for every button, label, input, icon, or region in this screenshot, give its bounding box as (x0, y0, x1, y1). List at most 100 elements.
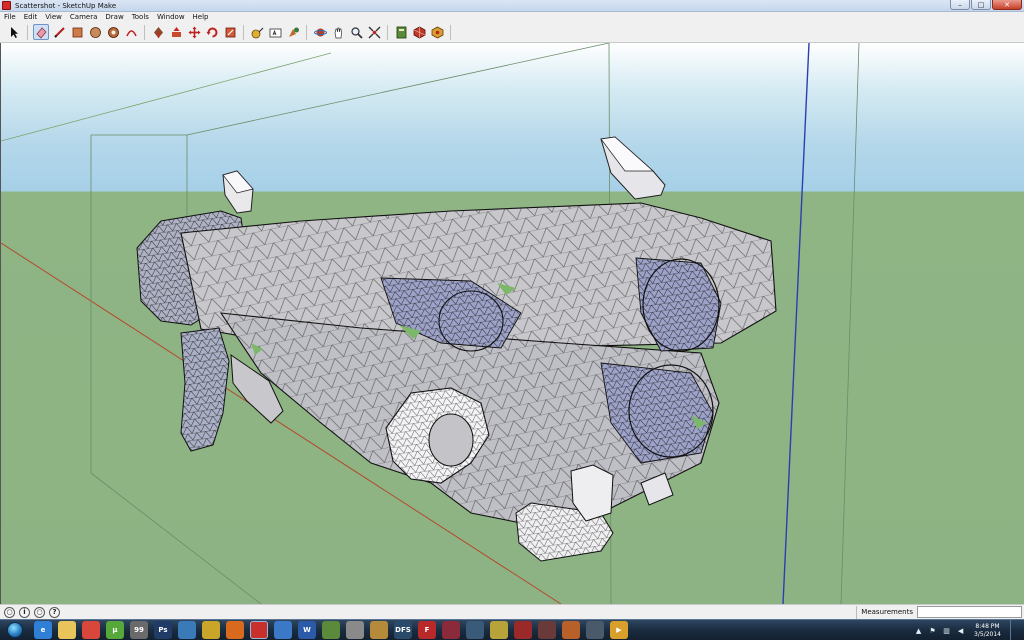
zoom-extents-tool-icon (368, 26, 380, 38)
taskbar-apps: e µ 99 Ps W DFS F ▶ (34, 621, 628, 639)
show-desktop-button[interactable] (1010, 620, 1018, 640)
app-circle-icon[interactable] (562, 621, 580, 639)
app-99-icon[interactable]: 99 (130, 621, 148, 639)
text-tool-icon (269, 28, 281, 37)
sketchup-app-icon[interactable] (2, 1, 11, 10)
app-f-icon[interactable]: F (418, 621, 436, 639)
app-yellow-icon[interactable] (202, 621, 220, 639)
menu-tools[interactable]: Tools (128, 12, 153, 22)
push-pull-tool-icon (171, 26, 181, 37)
app-red-icon[interactable] (514, 621, 532, 639)
paint-tool-icon (288, 27, 299, 37)
app-dfs-icon[interactable]: DFS (394, 621, 412, 639)
getting-started-toolbar (0, 22, 1024, 43)
arc-tool-button[interactable] (123, 24, 139, 40)
toolbar-separator (450, 24, 451, 40)
menu-window[interactable]: Window (153, 12, 189, 22)
text-tool-button[interactable] (267, 24, 283, 40)
credits-icon[interactable]: i (19, 606, 30, 618)
help-icon[interactable]: ? (49, 606, 60, 618)
scale-tool-icon (225, 27, 235, 37)
app-orange-icon[interactable] (226, 621, 244, 639)
windows-start-icon (7, 622, 23, 638)
push-pull-tool-button[interactable] (168, 24, 184, 40)
app-shield-icon[interactable] (538, 621, 556, 639)
tray-flag-icon[interactable]: ⚑ (928, 626, 937, 635)
minecraft-icon[interactable] (322, 621, 340, 639)
toolbar-separator (387, 24, 388, 40)
clock[interactable]: 8:48 PM 3/5/2014 (974, 623, 1001, 639)
pan-tool-button[interactable] (330, 24, 346, 40)
maximize-button[interactable]: □ (971, 0, 991, 10)
tape-measure-tool-button[interactable] (249, 24, 265, 40)
orbit-tool-button[interactable] (312, 24, 328, 40)
app-spiral-icon[interactable] (490, 621, 508, 639)
pencil-line-tool-icon (53, 26, 65, 38)
window-title: Scattershot - SketchUp Make (15, 1, 117, 10)
tray-arrow-icon[interactable]: ▲ (914, 626, 923, 635)
media-play-icon[interactable]: ▶ (610, 621, 628, 639)
eraser-tool-icon (35, 26, 47, 39)
skyrim-icon[interactable] (346, 621, 364, 639)
menu-help[interactable]: Help (189, 12, 213, 22)
orbit-tool-icon (313, 28, 327, 36)
app-blue-bird-icon[interactable] (274, 621, 292, 639)
arc-tool-icon (125, 29, 137, 36)
select-tool-icon (10, 26, 18, 38)
tray-network-icon[interactable]: ▥ (942, 626, 951, 635)
extension-warehouse-tool-button[interactable] (429, 24, 445, 40)
measurements-input[interactable] (917, 606, 1022, 618)
user-icon[interactable]: ○ (34, 606, 45, 618)
scale-tool-button[interactable] (222, 24, 238, 40)
word-icon[interactable]: W (298, 621, 316, 639)
app-car-icon[interactable] (442, 621, 460, 639)
utorrent-icon[interactable]: µ (106, 621, 124, 639)
title-bar: Scattershot - SketchUp Make – □ ✕ (0, 0, 1024, 12)
extension-warehouse-tool-icon (431, 26, 443, 38)
share-model-tool-button[interactable] (411, 24, 427, 40)
sketchup-icon[interactable] (250, 621, 268, 639)
rectangle-tool-button[interactable] (69, 24, 85, 40)
minimize-button[interactable]: – (950, 0, 970, 10)
paint-bucket-tool-icon (153, 26, 163, 38)
select-tool-button[interactable] (6, 24, 22, 40)
move-tool-button[interactable] (186, 24, 202, 40)
app-star-icon[interactable] (370, 621, 388, 639)
zoom-tool-button[interactable] (348, 24, 364, 40)
tray-volume-icon[interactable]: ◀ (956, 626, 965, 635)
geo-location-icon[interactable]: ○ (4, 606, 15, 618)
rotate-tool-button[interactable] (204, 24, 220, 40)
eraser-tool-button[interactable] (33, 24, 49, 40)
start-button[interactable] (4, 620, 26, 640)
close-button[interactable]: ✕ (992, 0, 1022, 10)
app-figure-icon[interactable] (586, 621, 604, 639)
rectangle-tool-icon (72, 27, 82, 37)
drawing-viewport[interactable] (0, 43, 1024, 604)
line-tool-button[interactable] (51, 24, 67, 40)
menu-camera[interactable]: Camera (66, 12, 101, 22)
measurements-box: Measurements (856, 605, 1022, 619)
warehouse-tool-button[interactable] (393, 24, 409, 40)
polygon-tool-button[interactable] (105, 24, 121, 40)
menu-draw[interactable]: Draw (101, 12, 127, 22)
axes-tool-button[interactable] (285, 24, 301, 40)
tape-measure-tool-icon (251, 27, 263, 38)
photoshop-icon[interactable]: Ps (154, 621, 172, 639)
circle-tool-button[interactable] (87, 24, 103, 40)
media-player-icon[interactable] (178, 621, 196, 639)
pan-tool-icon (334, 27, 342, 38)
menu-view[interactable]: View (41, 12, 66, 22)
internet-explorer-icon[interactable]: e (34, 621, 52, 639)
window-controls: – □ ✕ (950, 0, 1022, 11)
zoom-extents-tool-button[interactable] (366, 24, 382, 40)
scattershot-model (136, 202, 777, 562)
menu-edit[interactable]: Edit (20, 12, 42, 22)
file-explorer-icon[interactable] (58, 621, 76, 639)
toolbar-separator (243, 24, 244, 40)
app-game-icon[interactable] (466, 621, 484, 639)
rotate-tool-icon (206, 27, 217, 37)
chrome-icon[interactable] (82, 621, 100, 639)
share-model-tool-icon (413, 26, 425, 38)
paint-bucket-tool-button[interactable] (150, 24, 166, 40)
menu-file[interactable]: File (0, 12, 20, 22)
